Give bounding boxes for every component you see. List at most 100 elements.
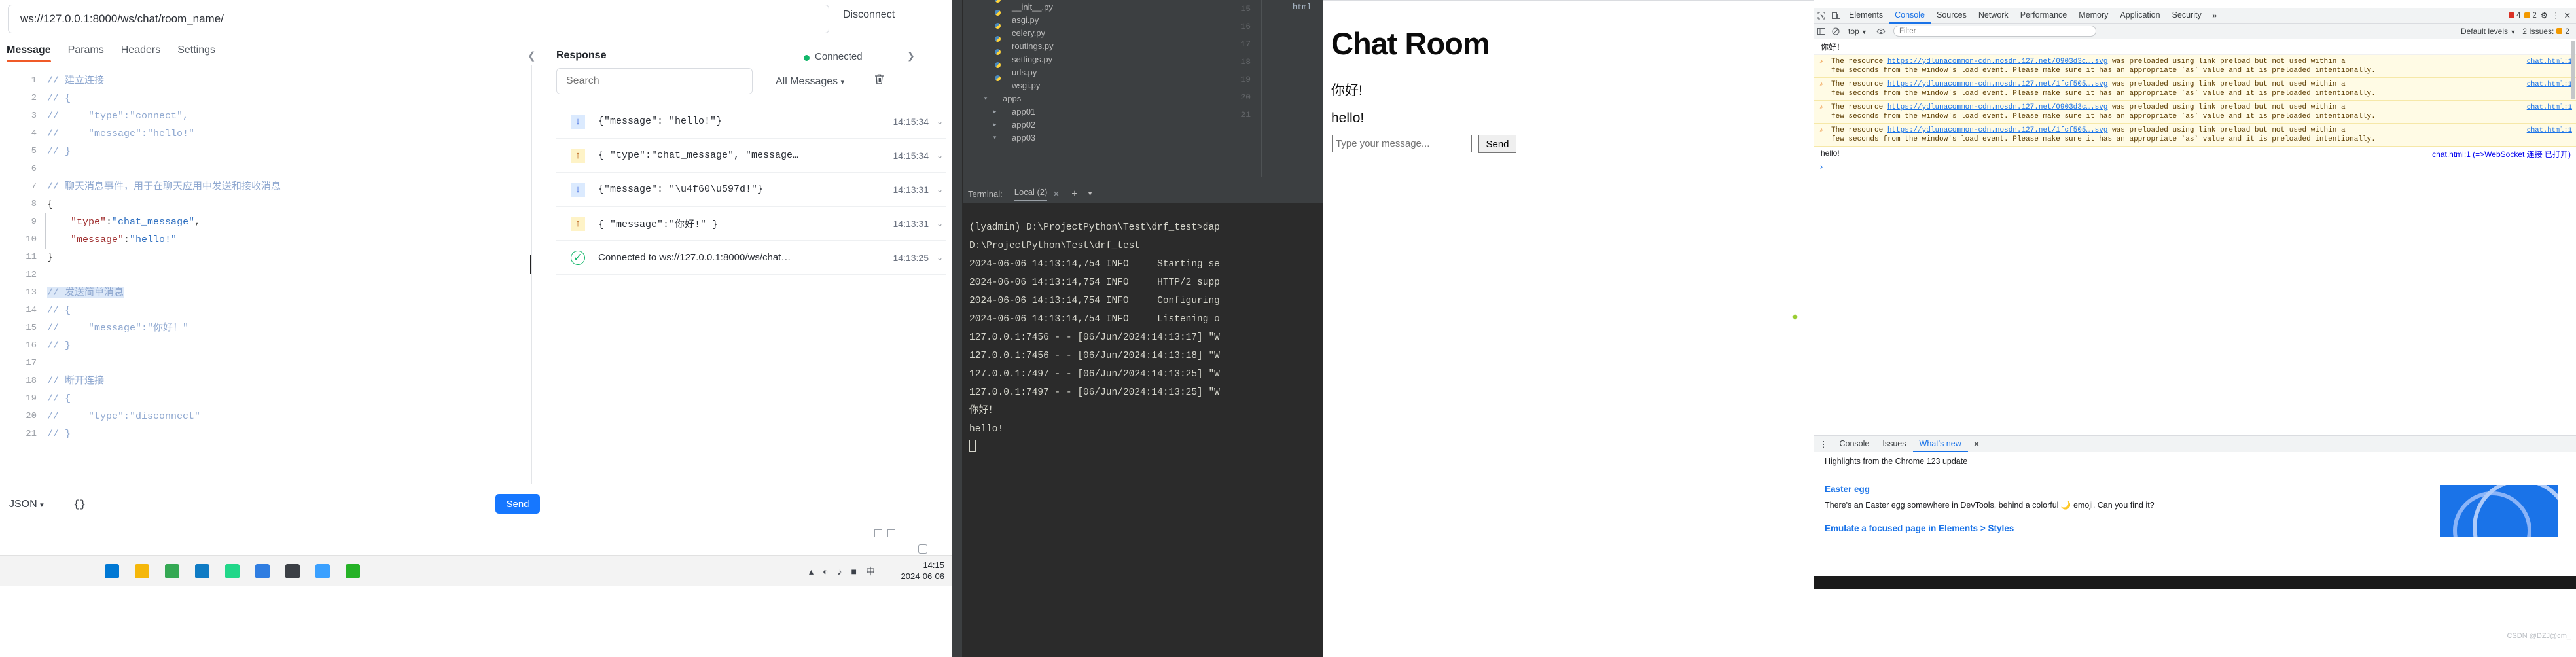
pycharm-icon[interactable] [217,558,247,584]
tab-console[interactable]: Console [1889,8,1931,24]
console-log-row[interactable]: hello!chat.html:1 (=>WebSocket 连接 已打开) [1814,147,2576,160]
chevron-right-icon[interactable]: ▸ [990,121,999,128]
tab-performance[interactable]: Performance [2014,8,2073,24]
chevron-down-icon[interactable]: ▼ [1087,190,1094,198]
volume-icon[interactable]: ♪ [838,566,842,577]
warning-resource-link[interactable]: https://ydlunacommon-cdn.nosdn.127.net/0… [1887,58,2108,65]
network-icon[interactable]: ◐ [823,566,828,577]
response-row[interactable]: ↑{ "message":"你好!" }14:13:31⌄ [556,207,946,241]
help-icon[interactable] [918,544,927,554]
console-warning-row[interactable]: ⚠The resource https://ydlunacommon-cdn.n… [1814,124,2576,147]
search-input[interactable] [556,68,753,94]
chat-message-input[interactable] [1332,135,1472,152]
send-button[interactable]: Send [495,494,540,514]
console-scrollbar[interactable] [2571,41,2575,99]
file-explorer-icon[interactable] [127,558,157,584]
console-prompt[interactable] [1814,160,2576,166]
tree-item-initpy[interactable]: __init__.py [963,0,1225,13]
tab-params[interactable]: Params [68,44,121,62]
chevron-right-icon[interactable]: ❯ [907,50,915,62]
windows-start-icon[interactable] [97,558,127,584]
warning-source-link[interactable]: chat.html:1 [2527,103,2572,112]
wechat-icon[interactable] [338,558,368,584]
response-row[interactable]: ↑{ "type":"chat_message", "message…14:15… [556,139,946,173]
layout-toggle-icon-2[interactable] [887,529,895,537]
tab-elements[interactable]: Elements [1843,8,1889,24]
taskbar-clock[interactable]: 14:15 2024-06-06 [901,559,945,582]
console-filter-input[interactable] [1893,26,2096,37]
close-icon[interactable]: ✕ [2564,10,2571,20]
close-icon[interactable]: ✕ [1968,439,1985,449]
execution-context-select[interactable]: top ▼ [1848,27,1867,36]
tab-application[interactable]: Application [2114,8,2166,24]
chevron-down-icon[interactable]: ⌄ [937,219,946,228]
warning-source-link[interactable]: chat.html:1 [2527,80,2572,89]
console-output[interactable]: 你好！⚠The resource https://ydlunacommon-cd… [1814,39,2576,173]
tab-message[interactable]: Message [7,44,68,62]
kebab-menu-icon[interactable]: ⋮ [2552,10,2560,20]
ime-icon[interactable]: 中 [866,565,875,578]
tree-item-apps[interactable]: ▾apps [963,92,1225,105]
warning-resource-link[interactable]: https://ydlunacommon-cdn.nosdn.127.net/1… [1887,126,2108,134]
tree-item-app02[interactable]: ▸app02 [963,118,1225,131]
terminal-tab-local[interactable]: Local (2) [1014,187,1048,201]
tree-item-urlspy[interactable]: urls.py [963,65,1225,79]
tree-item-celerypy[interactable]: celery.py [963,26,1225,39]
trash-icon[interactable] [874,73,885,88]
tree-item-settingspy[interactable]: settings.py [963,52,1225,65]
terminal-output[interactable]: (lyadmin) D:\ProjectPython\Test\drf_test… [963,203,1323,657]
chevron-down-icon[interactable]: ⌄ [937,151,946,160]
qq-icon[interactable] [308,558,338,584]
console-warning-row[interactable]: ⚠The resource https://ydlunacommon-cdn.n… [1814,101,2576,124]
live-expression-icon[interactable] [1874,25,1888,38]
body-type-select[interactable]: JSON ▾ [9,499,44,510]
warning-resource-link[interactable]: https://ydlunacommon-cdn.nosdn.127.net/0… [1887,103,2108,111]
drawer-tab-whats-new[interactable]: What's new [1913,436,1968,452]
double-chevron-icon[interactable]: » [2208,9,2222,22]
tree-item-app01[interactable]: ▸app01 [963,105,1225,118]
chevron-left-icon[interactable]: ❮ [528,50,536,62]
tree-item-asgipy[interactable]: asgi.py [963,13,1225,26]
chevron-down-icon[interactable]: ⌄ [937,185,946,194]
default-levels-select[interactable]: Default levels ▼ [2461,27,2516,36]
clear-console-icon[interactable] [1829,25,1843,38]
tab-network[interactable]: Network [1973,8,2014,24]
tab-settings[interactable]: Settings [177,44,232,62]
tab-memory[interactable]: Memory [2073,8,2114,24]
tab-sources[interactable]: Sources [1931,8,1973,24]
response-row[interactable]: ↓{"message": "hello!"}14:15:34⌄ [556,105,946,139]
tab-security[interactable]: Security [2166,8,2208,24]
chevron-down-icon[interactable]: ⌄ [937,253,946,262]
tree-item-routingspy[interactable]: routings.py [963,39,1225,52]
response-row[interactable]: ✓Connected to ws://127.0.0.1:8000/ws/cha… [556,241,946,275]
disconnect-button[interactable]: Disconnect [843,9,895,21]
gear-icon[interactable]: ⚙ [2541,10,2548,20]
chevron-down-icon[interactable]: ▾ [990,134,999,141]
issues-badge[interactable]: 2 Issues: 2 [2522,27,2569,36]
tree-item-wsgipy[interactable]: wsgi.py [963,79,1225,92]
message-code-editor[interactable]: 1// 建立连接2// {3// "type":"connect",4// "m… [0,72,531,478]
console-warning-row[interactable]: ⚠The resource https://ydlunacommon-cdn.n… [1814,55,2576,78]
navicat-icon[interactable] [247,558,277,584]
error-count-badge[interactable]: 4 [2509,12,2520,20]
ws-url-input[interactable] [8,5,829,33]
device-toolbar-icon[interactable] [1829,9,1843,22]
inspect-element-icon[interactable] [1814,9,1829,22]
warning-count-badge[interactable]: 2 [2524,12,2536,20]
console-log-source[interactable]: chat.html:1 (=>WebSocket 连接 已打开) [2432,149,2571,160]
warning-source-link[interactable]: chat.html:1 [2527,126,2572,135]
tab-headers[interactable]: Headers [121,44,177,62]
chevron-down-icon[interactable]: ▾ [981,95,990,102]
message-filter-select[interactable]: All Messages ▾ [776,76,844,88]
chevron-right-icon[interactable]: ▸ [990,108,999,115]
close-icon[interactable]: ✕ [1052,189,1060,200]
warning-resource-link[interactable]: https://ydlunacommon-cdn.nosdn.127.net/1… [1887,80,2108,88]
chrome-icon[interactable] [157,558,187,584]
plus-icon[interactable]: + [1071,188,1077,200]
response-row[interactable]: ↓{"message": "\u4f60\u597d!"}14:13:31⌄ [556,173,946,207]
tree-item-app03[interactable]: ▾app03 [963,131,1225,144]
kebab-menu-icon[interactable]: ⋮ [1814,439,1833,449]
layout-toggle-icon-1[interactable] [874,529,882,537]
chat-send-button[interactable]: Send [1478,135,1516,153]
battery-icon[interactable]: ■ [851,566,857,577]
